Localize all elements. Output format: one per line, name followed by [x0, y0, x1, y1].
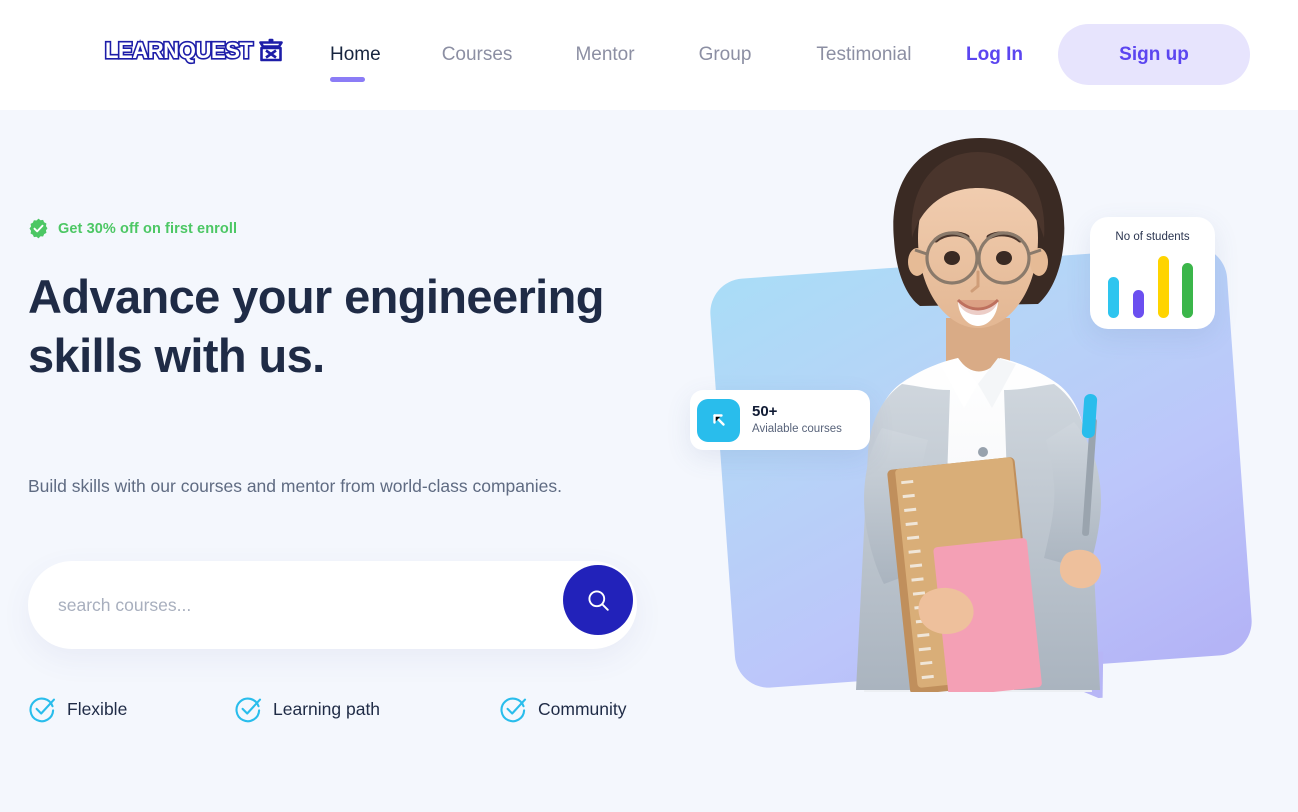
- arrow-up-left-icon: [697, 398, 740, 442]
- circle-check-icon: [235, 697, 262, 723]
- courses-count: 50+: [752, 403, 778, 420]
- chart-bar: [1133, 289, 1144, 318]
- page-title: Advance your engineering skills with us.: [28, 270, 604, 382]
- nav-item-home-label: Home: [330, 44, 381, 65]
- nav-item-home[interactable]: Home: [330, 44, 381, 82]
- search-submit-button[interactable]: [563, 565, 633, 635]
- main-nav: Home Courses Mentor Group Testimonial: [330, 0, 911, 110]
- login-link[interactable]: Log In: [966, 0, 1023, 110]
- promo-text: Get 30% off on first enroll: [58, 220, 238, 237]
- students-bar-chart: [1108, 252, 1198, 318]
- courses-caption: Avialable courses: [752, 423, 842, 435]
- nav-item-courses-label: Courses: [441, 44, 513, 65]
- course-search-bar[interactable]: [28, 561, 637, 649]
- signup-button[interactable]: Sign up: [1058, 24, 1250, 85]
- brand-name: LEARNQUEST: [103, 36, 254, 64]
- nav-item-group[interactable]: Group: [699, 44, 752, 66]
- hero-visual: No of students 50+ Avialable courses: [630, 110, 1298, 812]
- feature-list: Flexible Learning path Community: [28, 695, 668, 735]
- feature-label: Flexible: [67, 698, 128, 719]
- available-courses-card: 50+ Avialable courses: [690, 390, 870, 450]
- nav-item-group-label: Group: [698, 44, 752, 65]
- hero-subtitle: Build skills with our courses and mentor…: [28, 476, 562, 496]
- brand-logo[interactable]: LEARNQUEST: [103, 36, 285, 65]
- search-input[interactable]: [58, 561, 558, 649]
- nav-item-mentor-label: Mentor: [575, 44, 635, 65]
- nav-item-mentor[interactable]: Mentor: [575, 44, 634, 66]
- graduation-book-icon: [258, 38, 283, 62]
- promo-banner: Get 30% off on first enroll: [28, 218, 237, 239]
- feature-item-flexible: Flexible: [28, 695, 127, 723]
- active-nav-underline: [330, 77, 365, 82]
- site-header: LEARNQUEST Home Courses Mentor Group Tes…: [0, 0, 1298, 110]
- landing-page: LEARNQUEST Home Courses Mentor Group Tes…: [0, 0, 1298, 812]
- feature-item-community: Community: [499, 695, 627, 723]
- nav-item-testimonial-label: Testimonial: [816, 44, 912, 65]
- feature-item-learning-path: Learning path: [234, 695, 380, 723]
- courses-card-text: 50+ Avialable courses: [752, 403, 842, 437]
- hero-section: Get 30% off on first enroll Advance your…: [0, 110, 1298, 812]
- students-stat-card: No of students: [1090, 217, 1215, 329]
- chart-bar: [1158, 255, 1169, 318]
- circle-check-icon: [29, 697, 56, 723]
- feature-label: Community: [538, 698, 627, 719]
- verified-check-badge-icon: [29, 218, 48, 239]
- chart-bar: [1182, 263, 1193, 318]
- chart-bar: [1108, 276, 1119, 318]
- search-icon: [587, 589, 609, 611]
- circle-check-icon: [500, 697, 527, 723]
- nav-item-testimonial[interactable]: Testimonial: [816, 44, 911, 66]
- feature-label: Learning path: [273, 698, 381, 719]
- nav-item-courses[interactable]: Courses: [442, 44, 513, 66]
- students-card-title: No of students: [1115, 231, 1190, 243]
